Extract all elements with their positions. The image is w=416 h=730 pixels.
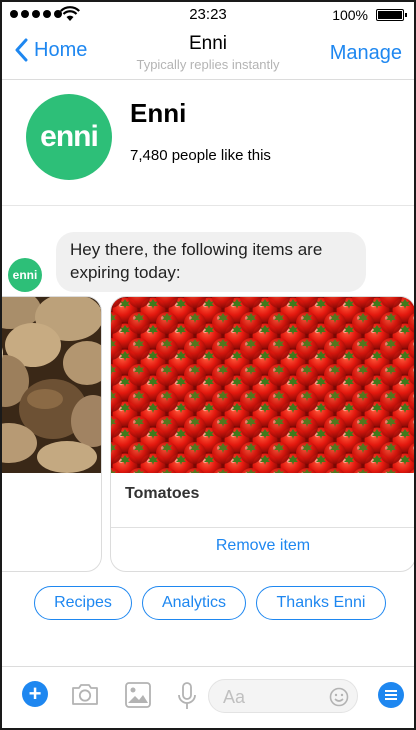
microphone-icon[interactable] <box>176 681 198 711</box>
plus-icon[interactable]: + <box>22 681 48 707</box>
card-title: Tomatoes <box>125 485 200 502</box>
message-input-placeholder: Aa <box>223 687 246 707</box>
page-header: enni Enni 7,480 people like this <box>2 80 414 206</box>
remove-item-button[interactable]: Remove item <box>111 537 414 555</box>
quick-replies: Recipes Analytics Thanks Enni <box>2 586 414 622</box>
page-name[interactable]: Enni <box>130 98 186 129</box>
product-card[interactable] <box>2 296 102 572</box>
product-card[interactable]: Tomatoes Remove item <box>110 296 414 572</box>
emoji-icon[interactable] <box>329 687 349 707</box>
page-likes-count: 7,480 people like this <box>130 147 271 164</box>
menu-icon[interactable] <box>378 682 404 708</box>
manage-button[interactable]: Manage <box>330 42 402 65</box>
message-input[interactable]: Aa <box>208 679 358 713</box>
page-logo[interactable]: enni <box>26 94 112 180</box>
phone-screen: 23:23 100% Home Enni Typically replies i… <box>0 0 416 730</box>
message-composer: + Aa <box>2 666 414 728</box>
navigation-bar: Home Enni Typically replies instantly Ma… <box>2 28 414 80</box>
photo-icon[interactable] <box>124 681 152 709</box>
quick-reply-thanks-enni[interactable]: Thanks Enni <box>256 586 386 620</box>
quick-reply-recipes[interactable]: Recipes <box>34 586 132 620</box>
tomatoes-image <box>111 297 414 473</box>
card-divider <box>111 527 414 528</box>
mushrooms-image <box>2 297 101 473</box>
battery-icon <box>376 9 407 21</box>
quick-reply-analytics[interactable]: Analytics <box>142 586 246 620</box>
status-bar: 23:23 100% <box>2 2 414 28</box>
battery-percentage: 100% <box>332 7 368 23</box>
camera-icon[interactable] <box>70 681 100 707</box>
message-bubble: Hey there, the following items are expir… <box>56 232 366 292</box>
bot-avatar[interactable]: enni <box>8 258 42 292</box>
